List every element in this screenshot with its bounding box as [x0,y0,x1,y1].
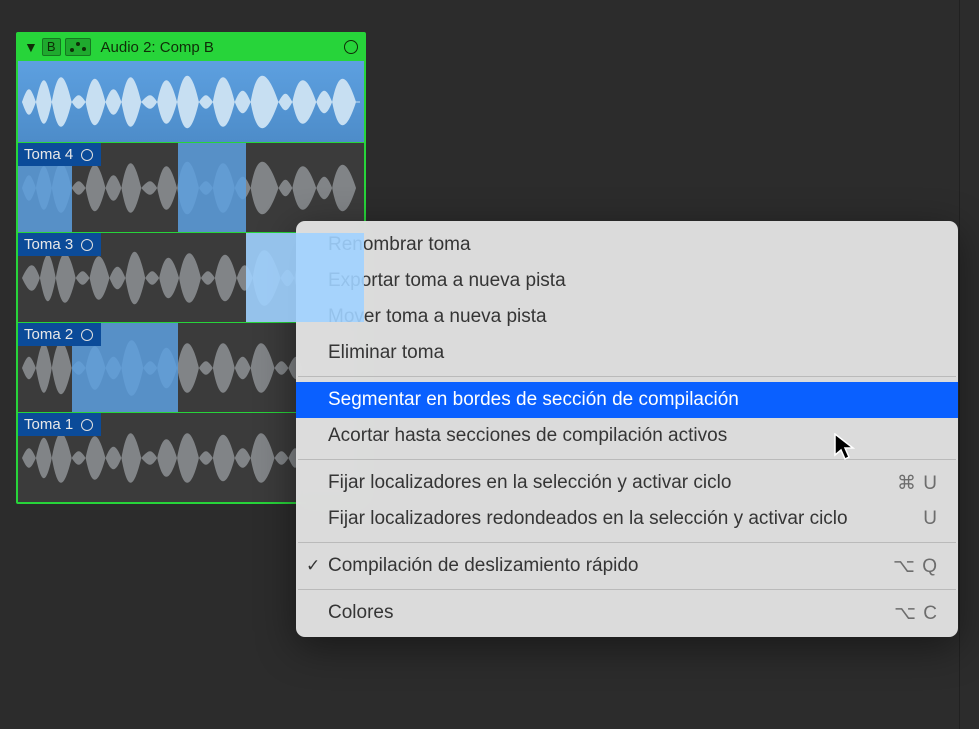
take-name: Toma 2 [24,326,73,343]
menu-slice-comp-section[interactable]: Segmentar en bordes de sección de compil… [296,382,958,418]
menu-set-rounded-locators[interactable]: Fijar localizadores redondeados en la se… [296,501,958,537]
loop-icon[interactable] [81,329,93,341]
menu-shortcut: ⌥ Q [893,555,938,578]
menu-separator [298,376,956,377]
menu-separator [298,542,956,543]
comp-letter: B [47,39,56,55]
menu-rename-take[interactable]: Renombrar toma [296,227,958,263]
menu-label: Eliminar toma [328,342,938,364]
take-name: Toma 1 [24,416,73,433]
loop-icon[interactable] [81,239,93,251]
take-name: Toma 3 [24,236,73,253]
take-context-menu[interactable]: Renombrar toma Exportar toma a nueva pis… [296,221,958,637]
menu-export-take[interactable]: Exportar toma a nueva pista [296,263,958,299]
menu-label: Segmentar en bordes de sección de compil… [328,389,938,411]
menu-colors[interactable]: Colores ⌥ C [296,595,958,631]
take-label[interactable]: Toma 3 [18,233,101,256]
menu-label: Fijar localizadores redondeados en la se… [328,508,923,530]
folder-title: Audio 2: Comp B [95,39,340,56]
menu-quick-swipe-comping[interactable]: ✓ Compilación de deslizamiento rápido ⌥ … [296,548,958,584]
menu-separator [298,589,956,590]
menu-shortcut: ⌘ U [897,472,938,495]
take-lane-3[interactable]: Toma 3 [18,232,364,322]
menu-label: Fijar localizadores en la selección y ac… [328,472,897,494]
take-name: Toma 4 [24,146,73,163]
menu-label: Renombrar toma [328,234,938,256]
menu-label: Colores [328,602,894,624]
flex-icon[interactable] [65,38,91,56]
menu-trim-to-active[interactable]: Acortar hasta secciones de compilación a… [296,418,958,454]
comp-select-button[interactable]: B [42,38,61,56]
loop-icon[interactable] [81,419,93,431]
menu-set-locators[interactable]: Fijar localizadores en la selección y ac… [296,465,958,501]
take-label[interactable]: Toma 2 [18,323,101,346]
loop-icon[interactable] [344,40,358,54]
take-label[interactable]: Toma 1 [18,413,101,436]
take-label[interactable]: Toma 4 [18,143,101,166]
take-lane-4[interactable]: Toma 4 [18,142,364,232]
menu-separator [298,459,956,460]
disclosure-triangle-icon[interactable]: ▼ [24,39,38,55]
menu-delete-take[interactable]: Eliminar toma [296,335,958,371]
comp-lane[interactable] [18,60,364,142]
menu-shortcut: ⌥ C [894,602,938,625]
menu-label: Compilación de deslizamiento rápido [328,555,893,577]
waveform [18,61,364,142]
menu-shortcut: U [923,508,938,530]
loop-icon[interactable] [81,149,93,161]
menu-label: Acortar hasta secciones de compilación a… [328,425,938,447]
menu-label: Exportar toma a nueva pista [328,270,938,292]
menu-move-take[interactable]: Mover toma a nueva pista [296,299,958,335]
checkmark-icon: ✓ [306,556,320,576]
take-folder-header[interactable]: ▼ B Audio 2: Comp B [18,34,364,60]
menu-label: Mover toma a nueva pista [328,306,938,328]
